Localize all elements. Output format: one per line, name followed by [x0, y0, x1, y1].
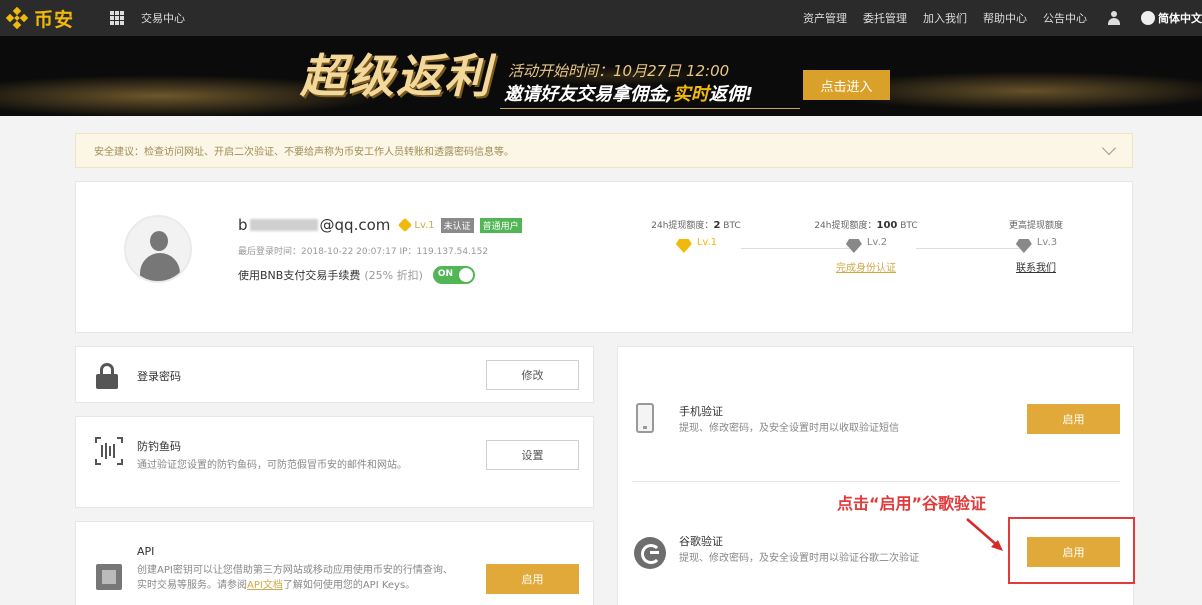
bnb-fee-discount: (25% 折扣) [364, 269, 423, 282]
limit-caption-label: 24h提现额度： [651, 221, 714, 231]
nav-announcement-center[interactable]: 公告中心 [1043, 10, 1087, 26]
annotation-highlight-box [1008, 517, 1135, 584]
top-navbar: 币安 交易中心 资产管理 委托管理 加入我们 帮助中心 公告中心 简体中文 [0, 0, 1202, 36]
globe-icon[interactable] [1141, 11, 1155, 25]
divider [632, 481, 1120, 482]
email-mask [249, 219, 318, 231]
limit-level-row: Lv.2 [806, 231, 926, 253]
banner-subtitle-highlight: 实时 [672, 84, 709, 105]
enable-api-button[interactable]: 启用 [486, 564, 579, 594]
api-desc: 创建API密钥可以让您借助第三方网站或移动应用使用币安的行情查询、实时交易等服务… [137, 563, 455, 593]
api-card: API 创建API密钥可以让您借助第三方网站或移动应用使用币安的行情查询、实时交… [75, 521, 594, 605]
limit-amount: 100 [876, 220, 898, 231]
email-prefix: b [238, 216, 248, 234]
annotation-text: 点击“启用”谷歌验证 [837, 494, 987, 513]
phone-verify-title: 手机验证 [679, 405, 723, 418]
bnb-fee-toggle[interactable]: ON [432, 266, 475, 284]
logo[interactable]: 币安 [5, 5, 75, 32]
limit-caption-label: 更高提现额度 [1008, 221, 1063, 231]
limit-level-1: 24h提现额度：2 BTC Lv.1 [636, 218, 756, 253]
api-docs-link[interactable]: API文档 [247, 580, 283, 591]
limit-caption: 更高提现额度 [976, 218, 1096, 231]
nav-help-center[interactable]: 帮助中心 [983, 10, 1027, 26]
anti-phishing-card: 防钓鱼码 通过验证您设置的防钓鱼码，可防范假冒币安的邮件和网站。 设置 [75, 416, 594, 508]
limit-level-3: 更高提现额度 Lv.3 联系我们 [976, 218, 1096, 274]
google-verify-title: 谷歌验证 [679, 535, 723, 548]
complete-verification-link[interactable]: 完成身份认证 [806, 259, 926, 274]
banner-subtitle-part1: 邀请好友交易拿佣金, [504, 84, 673, 105]
security-tip-text: 安全建议：检查访问网址、开启二次验证、不要给声称为币安工作人员转账和透露密码信息… [94, 147, 514, 158]
google-verify-desc: 提现、修改密码，及安全设置时用以验证谷歌二次验证 [679, 553, 919, 564]
limit-level: Lv.3 [1036, 236, 1058, 248]
limit-unit: BTC [723, 221, 741, 231]
security-tip: 安全建议：检查访问网址、开启二次验证、不要给声称为币安工作人员转账和透露密码信息… [75, 133, 1133, 168]
limit-level-row: Lv.3 [976, 231, 1096, 253]
email-row: b @qq.com Lv.1 未认证 普通用户 [238, 216, 522, 234]
nav-order-management[interactable]: 委托管理 [863, 10, 907, 26]
user-icon[interactable] [1107, 11, 1121, 25]
language-selector[interactable]: 简体中文 [1158, 10, 1202, 26]
limit-caption-label: 24h提现额度： [814, 221, 877, 231]
anti-phishing-code-icon [95, 437, 123, 465]
level-icon [398, 217, 413, 233]
banner-underline [500, 108, 800, 109]
limit-amount: 2 [713, 220, 721, 231]
limit-level: Lv.2 [866, 236, 888, 248]
diamond-icon [845, 239, 863, 253]
diamond-icon [675, 239, 693, 253]
banner-title: 超级返利 [300, 49, 492, 103]
nav-asset-management[interactable]: 资产管理 [803, 10, 847, 26]
bnb-fee-row: 使用BNB支付交易手续费 (25% 折扣) ON [238, 266, 475, 284]
profile-card: b @qq.com Lv.1 未认证 普通用户 最后登录时间：2018-10-2… [75, 181, 1133, 333]
apps-grid-icon[interactable] [110, 11, 125, 25]
modify-password-button[interactable]: 修改 [486, 360, 579, 390]
promo-banner[interactable]: 超级返利 活动开始时间：10月27日 12:00 邀请好友交易拿佣金,实时返佣!… [0, 36, 1202, 116]
banner-subtitle-part2: 返佣! [708, 84, 754, 105]
user-level: Lv.1 [414, 219, 435, 231]
toggle-knob [458, 268, 473, 282]
nav-trade-center[interactable]: 交易中心 [141, 10, 185, 26]
anti-phishing-title: 防钓鱼码 [137, 440, 181, 453]
diamond-icon [1015, 239, 1033, 253]
banner-subtitle: 邀请好友交易拿佣金,实时返佣! [504, 80, 753, 106]
phone-verify-desc: 提现、修改密码，及安全设置时用以收取验证短信 [679, 423, 899, 434]
login-password-card: 登录密码 修改 [75, 346, 594, 403]
anti-phishing-desc: 通过验证您设置的防钓鱼码，可防范假冒币安的邮件和网站。 [137, 460, 407, 471]
bnb-fee-label: 使用BNB支付交易手续费 [238, 269, 361, 282]
api-desc-part2: 了解如何使用您的API Keys。 [282, 580, 416, 591]
set-anti-phishing-button[interactable]: 设置 [486, 440, 579, 470]
unverified-badge: 未认证 [440, 217, 474, 233]
banner-enter-button[interactable]: 点击进入 [803, 70, 890, 100]
last-login-info: 最后登录时间：2018-10-22 20:07:17 IP：119.137.54… [238, 247, 489, 257]
login-password-title: 登录密码 [137, 370, 181, 383]
phone-icon [636, 403, 654, 433]
user-type-badge: 普通用户 [479, 217, 522, 233]
contact-us-link[interactable]: 联系我们 [976, 259, 1096, 274]
api-title: API [137, 545, 155, 558]
limit-level-2: 24h提现额度：100 BTC Lv.2 完成身份认证 [806, 218, 926, 274]
limit-unit: BTC [900, 221, 918, 231]
withdraw-limits: 24h提现额度：2 BTC Lv.1 24h提现额度：100 BTC Lv.2 … [636, 218, 1096, 288]
email-suffix: @qq.com [319, 216, 391, 234]
limit-level: Lv.1 [696, 236, 718, 248]
limit-level-row: Lv.1 [636, 231, 756, 253]
logo-text: 币安 [34, 8, 75, 31]
banner-time: 活动开始时间：10月27日 12:00 [508, 62, 730, 80]
chevron-down-icon[interactable] [1101, 140, 1117, 156]
limit-caption: 24h提现额度：2 BTC [636, 218, 756, 231]
limit-caption: 24h提现额度：100 BTC [806, 218, 926, 231]
avatar [124, 215, 192, 283]
lock-icon [96, 363, 118, 389]
toggle-label: ON [437, 269, 454, 279]
binance-logo-icon [5, 6, 29, 30]
google-authenticator-icon [634, 537, 666, 569]
annotation-arrow-icon [966, 518, 1003, 551]
api-chip-icon [96, 564, 122, 590]
nav-join-us[interactable]: 加入我们 [923, 10, 967, 26]
enable-phone-verify-button[interactable]: 启用 [1027, 404, 1120, 434]
